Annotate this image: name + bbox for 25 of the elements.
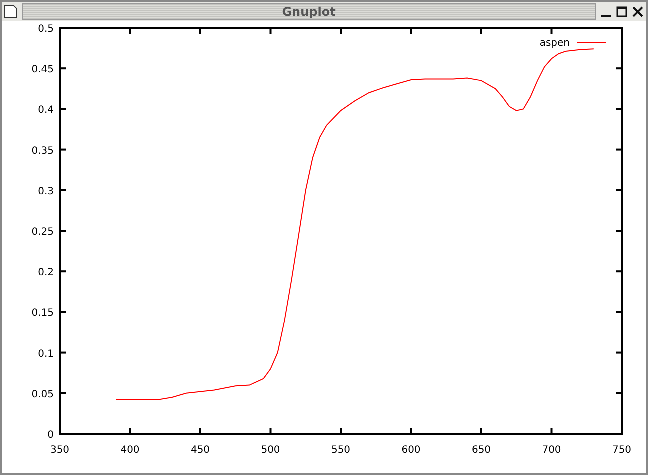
y-tick-label: 0.05 <box>32 389 54 400</box>
window-menu-icon[interactable] <box>4 4 18 18</box>
y-tick-label: 0.3 <box>38 186 54 198</box>
x-tick-label: 700 <box>542 445 562 456</box>
x-tick-label: 450 <box>190 445 210 456</box>
y-tick-label: 0.35 <box>32 146 54 157</box>
y-tick-label: 0 <box>48 430 54 441</box>
y-tick-label: 0.25 <box>32 227 54 238</box>
x-tick-label: 750 <box>612 445 632 456</box>
y-tick-label: 0.1 <box>38 348 54 360</box>
window-title: Gnuplot <box>282 4 336 18</box>
x-tick-label: 600 <box>402 445 421 456</box>
legend-label: aspen <box>540 38 570 49</box>
y-tick-label: 0.4 <box>38 105 54 116</box>
maximize-icon[interactable] <box>616 6 628 18</box>
y-tick-label: 0.5 <box>38 24 54 35</box>
x-tick-label: 400 <box>120 445 140 456</box>
y-tick-label: 0.15 <box>32 308 54 320</box>
x-tick-label: 550 <box>331 445 351 456</box>
x-tick-label: 350 <box>50 445 70 456</box>
y-tick-label: 0.2 <box>38 268 54 279</box>
y-tick-label: 0.45 <box>32 64 54 76</box>
x-tick-label: 500 <box>261 445 280 456</box>
x-tick-label: 650 <box>472 445 492 456</box>
close-icon[interactable] <box>632 6 644 18</box>
